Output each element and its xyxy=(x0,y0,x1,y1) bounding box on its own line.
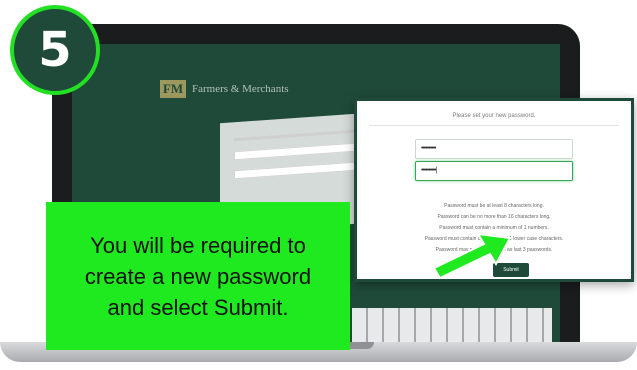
password-rule: Password can be no more than 16 characte… xyxy=(437,214,551,220)
pointer-arrow-icon xyxy=(432,232,512,280)
instruction-callout: You will be required to create a new pas… xyxy=(46,202,350,350)
dialog-title: Please set your new password. xyxy=(452,113,536,119)
password-rule: Password must be at least 8 characters l… xyxy=(444,203,544,209)
logo-text: Farmers & Merchants xyxy=(192,83,289,95)
background-logo: FM Farmers & Merchants xyxy=(160,80,289,98)
keyboard xyxy=(352,308,552,344)
logo-mark: FM xyxy=(160,80,186,98)
background-card-field xyxy=(234,142,356,161)
background-card-line xyxy=(234,129,356,142)
background-card-field xyxy=(234,161,356,180)
step-badge: 5 xyxy=(10,5,100,95)
dialog-divider xyxy=(369,125,619,126)
instruction-text: You will be required to create a new pas… xyxy=(84,232,312,320)
confirm-password-input[interactable]: ••••••••••| xyxy=(415,161,573,181)
new-password-input[interactable]: •••••••••• xyxy=(415,139,573,159)
